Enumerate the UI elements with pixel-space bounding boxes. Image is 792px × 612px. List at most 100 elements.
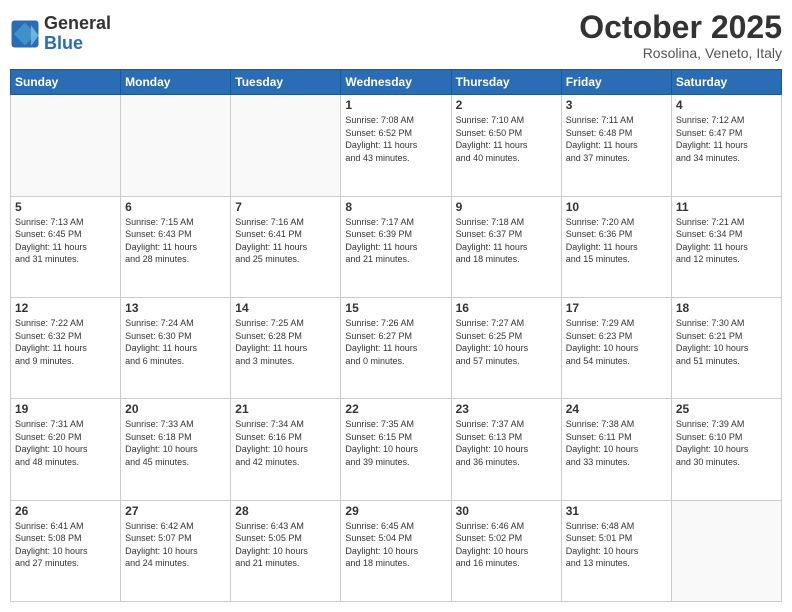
- calendar-cell: 13Sunrise: 7:24 AM Sunset: 6:30 PM Dayli…: [121, 297, 231, 398]
- calendar-week-1: 5Sunrise: 7:13 AM Sunset: 6:45 PM Daylig…: [11, 196, 782, 297]
- day-number: 12: [15, 301, 116, 315]
- day-number: 17: [566, 301, 667, 315]
- day-info: Sunrise: 7:15 AM Sunset: 6:43 PM Dayligh…: [125, 216, 226, 266]
- calendar-body: 1 Sunrise: 7:08 AM Sunset: 6:52 PM Daylig…: [11, 95, 782, 602]
- calendar-table: Sunday Monday Tuesday Wednesday Thursday…: [10, 69, 782, 602]
- day-number: 29: [345, 504, 446, 518]
- day-info: Sunrise: 7:24 AM Sunset: 6:30 PM Dayligh…: [125, 317, 226, 367]
- calendar-cell: 27Sunrise: 6:42 AM Sunset: 5:07 PM Dayli…: [121, 500, 231, 601]
- day-info: Sunrise: 7:22 AM Sunset: 6:32 PM Dayligh…: [15, 317, 116, 367]
- calendar-week-3: 19 Sunrise: 7:31 AM Sunset: 6:20 PM Dayli…: [11, 399, 782, 500]
- day-number: 15: [345, 301, 446, 315]
- calendar-cell: 1 Sunrise: 7:08 AM Sunset: 6:52 PM Daylig…: [341, 95, 451, 196]
- calendar-cell: 9Sunrise: 7:18 AM Sunset: 6:37 PM Daylig…: [451, 196, 561, 297]
- header-wednesday: Wednesday: [341, 70, 451, 95]
- day-number: 30: [456, 504, 557, 518]
- day-info: Sunrise: 7:17 AM Sunset: 6:39 PM Dayligh…: [345, 216, 446, 266]
- day-info: Sunrise: 7:08 AM Sunset: 6:52 PM Dayligh…: [345, 114, 446, 164]
- day-header-row: Sunday Monday Tuesday Wednesday Thursday…: [11, 70, 782, 95]
- day-number: 9: [456, 200, 557, 214]
- calendar-week-4: 26 Sunrise: 6:41 AM Sunset: 5:08 PM Dayli…: [11, 500, 782, 601]
- calendar-cell: 18Sunrise: 7:30 AM Sunset: 6:21 PM Dayli…: [671, 297, 781, 398]
- day-info: Sunrise: 6:46 AM Sunset: 5:02 PM Dayligh…: [456, 520, 557, 570]
- calendar-cell: 19 Sunrise: 7:31 AM Sunset: 6:20 PM Dayli…: [11, 399, 121, 500]
- page: General Blue October 2025 Rosolina, Vene…: [0, 0, 792, 612]
- day-info: Sunrise: 7:26 AM Sunset: 6:27 PM Dayligh…: [345, 317, 446, 367]
- calendar-cell: 21Sunrise: 7:34 AM Sunset: 6:16 PM Dayli…: [231, 399, 341, 500]
- calendar-cell: [671, 500, 781, 601]
- day-number: 28: [235, 504, 336, 518]
- header-monday: Monday: [121, 70, 231, 95]
- day-number: 16: [456, 301, 557, 315]
- day-number: 25: [676, 402, 777, 416]
- calendar-cell: 26 Sunrise: 6:41 AM Sunset: 5:08 PM Dayli…: [11, 500, 121, 601]
- day-info: Sunrise: 7:13 AM Sunset: 6:45 PM Dayligh…: [15, 216, 116, 266]
- day-info: Sunrise: 7:33 AM Sunset: 6:18 PM Dayligh…: [125, 418, 226, 468]
- calendar-cell: 2 Sunrise: 7:10 AM Sunset: 6:50 PM Daylig…: [451, 95, 561, 196]
- day-info: Sunrise: 7:38 AM Sunset: 6:11 PM Dayligh…: [566, 418, 667, 468]
- calendar-cell: 3 Sunrise: 7:11 AM Sunset: 6:48 PM Daylig…: [561, 95, 671, 196]
- day-number: 31: [566, 504, 667, 518]
- month-title: October 2025: [579, 10, 782, 45]
- day-number: 3: [566, 98, 667, 112]
- calendar-cell: 20Sunrise: 7:33 AM Sunset: 6:18 PM Dayli…: [121, 399, 231, 500]
- header-sunday: Sunday: [11, 70, 121, 95]
- day-info: Sunrise: 6:42 AM Sunset: 5:07 PM Dayligh…: [125, 520, 226, 570]
- day-number: 2: [456, 98, 557, 112]
- day-info: Sunrise: 7:11 AM Sunset: 6:48 PM Dayligh…: [566, 114, 667, 164]
- calendar-cell: 14 Sunrise: 7:25 AM Sunset: 6:28 PM Dayli…: [231, 297, 341, 398]
- day-info: Sunrise: 7:34 AM Sunset: 6:16 PM Dayligh…: [235, 418, 336, 468]
- location-subtitle: Rosolina, Veneto, Italy: [579, 45, 782, 61]
- calendar-cell: 16 Sunrise: 7:27 AM Sunset: 6:25 PM Dayli…: [451, 297, 561, 398]
- calendar-cell: 22 Sunrise: 7:35 AM Sunset: 6:15 PM Dayli…: [341, 399, 451, 500]
- logo-icon: [10, 19, 40, 49]
- calendar-cell: 17 Sunrise: 7:29 AM Sunset: 6:23 PM Dayli…: [561, 297, 671, 398]
- day-info: Sunrise: 7:21 AM Sunset: 6:34 PM Dayligh…: [676, 216, 777, 266]
- day-info: Sunrise: 6:41 AM Sunset: 5:08 PM Dayligh…: [15, 520, 116, 570]
- calendar-cell: 25 Sunrise: 7:39 AM Sunset: 6:10 PM Dayli…: [671, 399, 781, 500]
- calendar-cell: 6 Sunrise: 7:15 AM Sunset: 6:43 PM Daylig…: [121, 196, 231, 297]
- day-number: 11: [676, 200, 777, 214]
- calendar-cell: [11, 95, 121, 196]
- calendar-cell: 5Sunrise: 7:13 AM Sunset: 6:45 PM Daylig…: [11, 196, 121, 297]
- calendar-cell: 12 Sunrise: 7:22 AM Sunset: 6:32 PM Dayli…: [11, 297, 121, 398]
- day-number: 6: [125, 200, 226, 214]
- day-number: 23: [456, 402, 557, 416]
- day-info: Sunrise: 7:29 AM Sunset: 6:23 PM Dayligh…: [566, 317, 667, 367]
- day-info: Sunrise: 7:31 AM Sunset: 6:20 PM Dayligh…: [15, 418, 116, 468]
- day-info: Sunrise: 7:35 AM Sunset: 6:15 PM Dayligh…: [345, 418, 446, 468]
- day-number: 14: [235, 301, 336, 315]
- day-number: 26: [15, 504, 116, 518]
- calendar-header: Sunday Monday Tuesday Wednesday Thursday…: [11, 70, 782, 95]
- calendar-cell: 30 Sunrise: 6:46 AM Sunset: 5:02 PM Dayli…: [451, 500, 561, 601]
- header-friday: Friday: [561, 70, 671, 95]
- day-info: Sunrise: 7:10 AM Sunset: 6:50 PM Dayligh…: [456, 114, 557, 164]
- day-info: Sunrise: 7:25 AM Sunset: 6:28 PM Dayligh…: [235, 317, 336, 367]
- logo: General Blue: [10, 14, 111, 54]
- day-info: Sunrise: 7:27 AM Sunset: 6:25 PM Dayligh…: [456, 317, 557, 367]
- day-info: Sunrise: 7:20 AM Sunset: 6:36 PM Dayligh…: [566, 216, 667, 266]
- calendar-cell: [121, 95, 231, 196]
- logo-line2: Blue: [44, 34, 111, 54]
- logo-text: General Blue: [44, 14, 111, 54]
- day-number: 7: [235, 200, 336, 214]
- calendar-cell: 23Sunrise: 7:37 AM Sunset: 6:13 PM Dayli…: [451, 399, 561, 500]
- calendar-cell: 28Sunrise: 6:43 AM Sunset: 5:05 PM Dayli…: [231, 500, 341, 601]
- logo-line1: General: [44, 14, 111, 34]
- calendar-cell: 29 Sunrise: 6:45 AM Sunset: 5:04 PM Dayli…: [341, 500, 451, 601]
- calendar-cell: 7Sunrise: 7:16 AM Sunset: 6:41 PM Daylig…: [231, 196, 341, 297]
- calendar-week-2: 12 Sunrise: 7:22 AM Sunset: 6:32 PM Dayli…: [11, 297, 782, 398]
- day-info: Sunrise: 7:39 AM Sunset: 6:10 PM Dayligh…: [676, 418, 777, 468]
- day-number: 22: [345, 402, 446, 416]
- day-number: 18: [676, 301, 777, 315]
- calendar-cell: 10 Sunrise: 7:20 AM Sunset: 6:36 PM Dayli…: [561, 196, 671, 297]
- calendar-cell: 24 Sunrise: 7:38 AM Sunset: 6:11 PM Dayli…: [561, 399, 671, 500]
- title-area: October 2025 Rosolina, Veneto, Italy: [579, 10, 782, 61]
- day-number: 10: [566, 200, 667, 214]
- day-info: Sunrise: 6:45 AM Sunset: 5:04 PM Dayligh…: [345, 520, 446, 570]
- calendar-cell: 8Sunrise: 7:17 AM Sunset: 6:39 PM Daylig…: [341, 196, 451, 297]
- day-number: 24: [566, 402, 667, 416]
- day-number: 1: [345, 98, 446, 112]
- day-number: 19: [15, 402, 116, 416]
- calendar-cell: 11 Sunrise: 7:21 AM Sunset: 6:34 PM Dayli…: [671, 196, 781, 297]
